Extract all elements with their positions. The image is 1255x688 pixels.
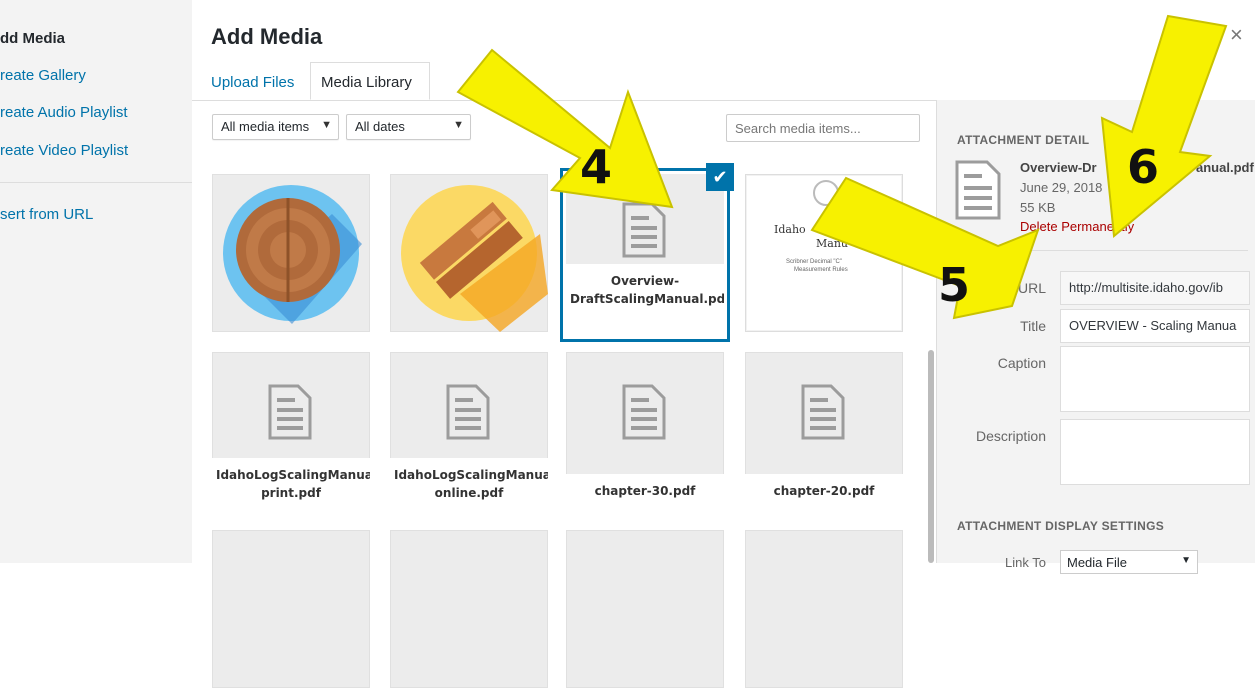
annotation-number-4: 4 [580,140,613,194]
annotation-number-5: 5 [938,258,971,312]
annotation-number-6: 6 [1127,140,1160,194]
annotation-arrow [456,48,674,209]
annotation-arrow [810,176,1040,320]
annotation-arrow [1100,14,1228,238]
annotation-arrows [456,14,1228,320]
